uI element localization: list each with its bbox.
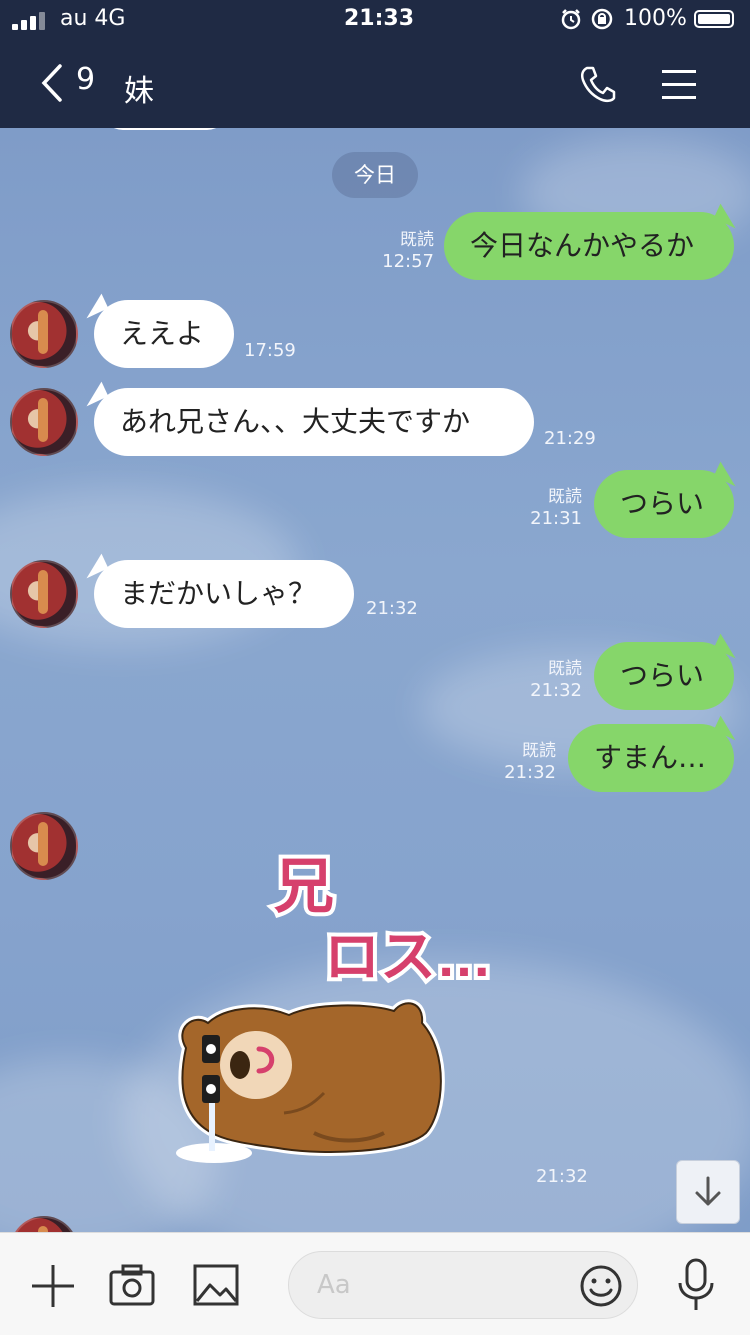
rotation-lock-icon [591, 8, 613, 30]
avatar[interactable] [10, 388, 78, 456]
message-time: 17:59 [244, 340, 296, 361]
chevron-left-icon [41, 64, 62, 102]
mic-icon[interactable] [674, 1257, 718, 1313]
camera-icon[interactable] [108, 1263, 156, 1307]
message-time: 21:32 [536, 1166, 588, 1187]
input-placeholder: Aa [317, 1270, 351, 1300]
incoming-message[interactable]: ええよ [94, 300, 234, 368]
bear-sticker-icon [176, 999, 445, 1163]
incoming-message[interactable]: まだかいしゃ？ [94, 560, 354, 628]
plus-icon[interactable] [30, 1263, 76, 1309]
outgoing-message[interactable]: つらい [594, 470, 734, 538]
message-meta: 既読 21:32 [524, 658, 582, 702]
status-time: 21:33 [344, 6, 415, 31]
message-text: つらい [620, 659, 705, 692]
scroll-to-bottom-button[interactable] [676, 1160, 740, 1224]
avatar[interactable] [10, 560, 78, 628]
chat-title: 妹 [124, 74, 154, 109]
chat-header: au 4G 21:33 100% 9 妹 [0, 0, 750, 128]
input-bar: Aa [0, 1232, 750, 1335]
message-meta: 既読 12:57 [376, 229, 434, 273]
signal-icon [12, 12, 48, 30]
incoming-message[interactable]: あれ兄さん、、大丈夫ですか [94, 388, 534, 456]
battery-label: 100% [624, 6, 687, 31]
phone-icon[interactable] [578, 64, 618, 104]
alarm-icon [561, 9, 581, 30]
sticker-text-line2: ロス… [320, 921, 496, 992]
read-receipt: 既読 [548, 659, 582, 679]
message-text: まだかいしゃ？ [120, 577, 317, 610]
battery-icon [694, 10, 734, 28]
avatar[interactable] [10, 812, 78, 880]
arrow-down-icon [695, 1176, 721, 1206]
message-input[interactable]: Aa [288, 1251, 638, 1319]
message-time: 12:57 [382, 251, 434, 272]
avatar[interactable] [10, 300, 78, 368]
message-time: 21:32 [366, 598, 418, 619]
message-time: 21:29 [544, 428, 596, 449]
emoji-icon[interactable] [579, 1264, 623, 1308]
back-button[interactable]: 9 [36, 58, 116, 108]
message-text: 今日なんかやるか [470, 229, 695, 262]
sticker-message[interactable]: 兄 ロス… [164, 828, 496, 1188]
partial-bubble [102, 128, 228, 130]
message-text: すまん… [594, 741, 707, 774]
message-text: ええよ [120, 317, 205, 350]
read-receipt: 既読 [400, 230, 434, 250]
read-receipt: 既読 [548, 487, 582, 507]
image-icon[interactable] [192, 1263, 240, 1307]
message-meta: 既読 21:32 [498, 740, 556, 784]
carrier-label: au 4G [60, 6, 126, 31]
message-meta: 既読 21:31 [524, 486, 582, 530]
chat-area[interactable]: 今日 既読 12:57 今日なんかやるか ええよ 17:59 あれ兄さん、、大丈… [0, 128, 750, 1232]
outgoing-message[interactable]: 今日なんかやるか [444, 212, 734, 280]
unread-count: 9 [76, 62, 96, 97]
date-separator: 今日 [332, 152, 418, 198]
message-time: 21:32 [530, 680, 582, 701]
outgoing-message[interactable]: つらい [594, 642, 734, 710]
menu-icon[interactable] [660, 68, 700, 100]
outgoing-message[interactable]: すまん… [568, 724, 734, 792]
message-time: 21:31 [530, 508, 582, 529]
message-text: あれ兄さん、、大丈夫ですか [120, 405, 471, 438]
read-receipt: 既読 [522, 741, 556, 761]
message-time: 21:32 [504, 762, 556, 783]
message-text: つらい [620, 487, 705, 520]
